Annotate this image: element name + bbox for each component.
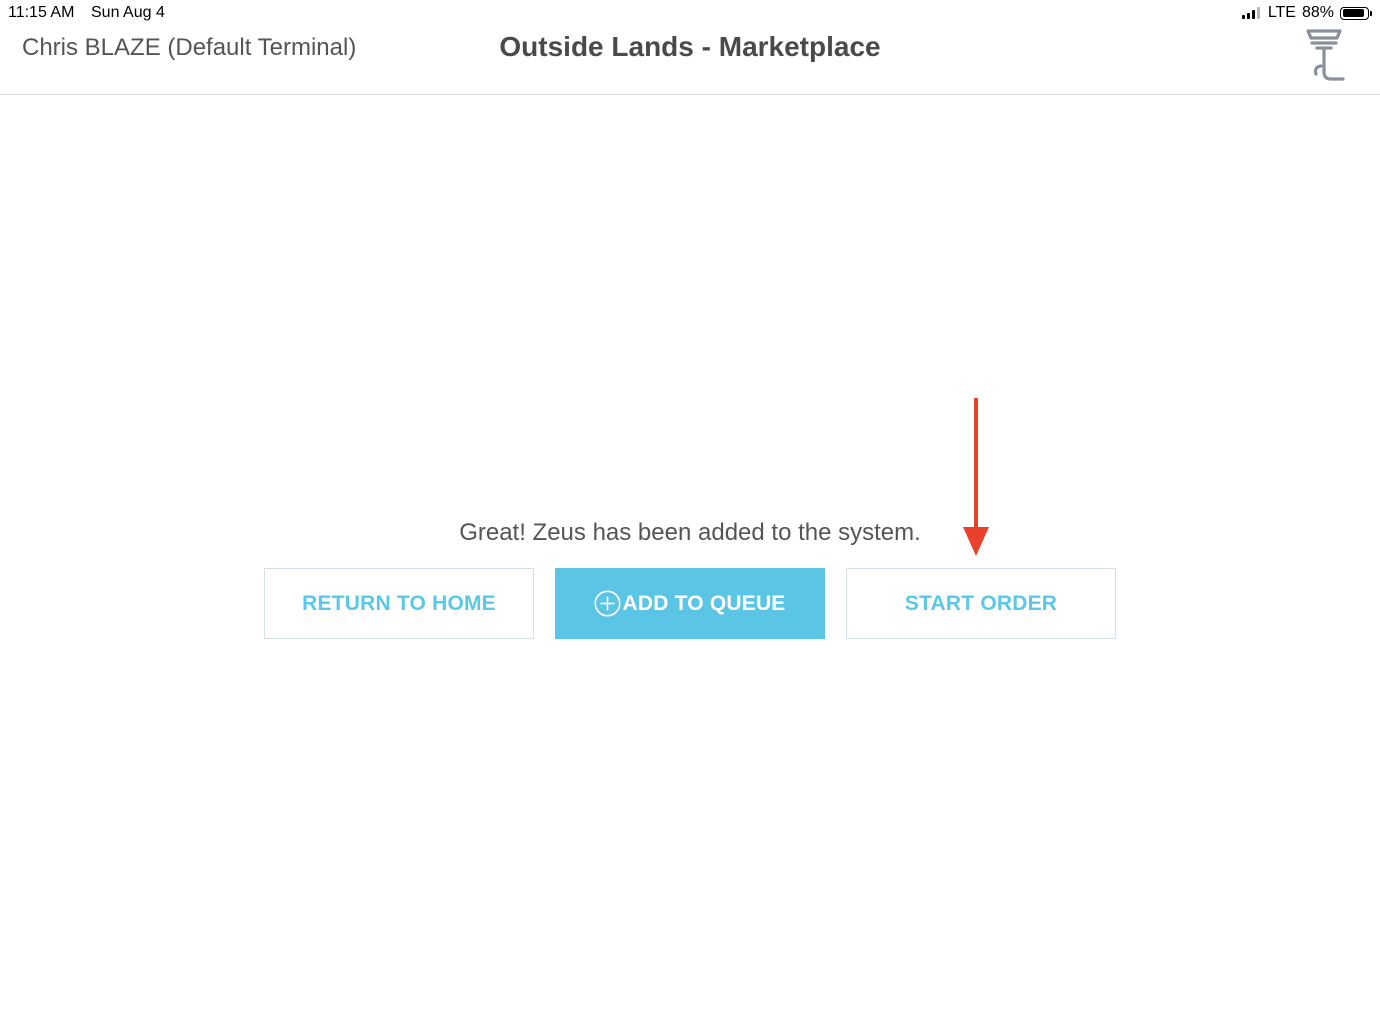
dabbing-rig-icon[interactable] [1300,26,1350,84]
page-title: Outside Lands - Marketplace [499,31,881,62]
start-order-label: START ORDER [904,591,1058,615]
cellular-signal-icon [1241,7,1260,19]
status-indicators: LTE 88% [1241,3,1372,23]
battery-icon [1340,6,1372,20]
battery-percentage: 88% [1301,4,1334,21]
network-type: LTE [1267,4,1296,21]
status-time: 11:15 AM [8,4,75,21]
return-to-home-label: RETURN TO HOME [302,591,496,615]
annotation-arrow-icon [958,396,994,560]
confirmation-message: Great! Zeus has been added to the system… [459,519,921,546]
battery-fill [1342,9,1364,17]
return-to-home-button[interactable]: RETURN TO HOME [264,568,534,639]
plus-circle-icon [594,590,621,617]
add-to-queue-button[interactable]: ADD TO QUEUE [555,568,825,639]
app-screen: 11:15 AM Sun Aug 4 LTE 88% Chris BLAZE (… [0,0,1380,1035]
status-date: Sun Aug 4 [91,4,165,21]
header-divider [0,94,1380,95]
start-order-button[interactable]: START ORDER [846,568,1116,639]
add-to-queue-label: ADD TO QUEUE [622,591,786,615]
